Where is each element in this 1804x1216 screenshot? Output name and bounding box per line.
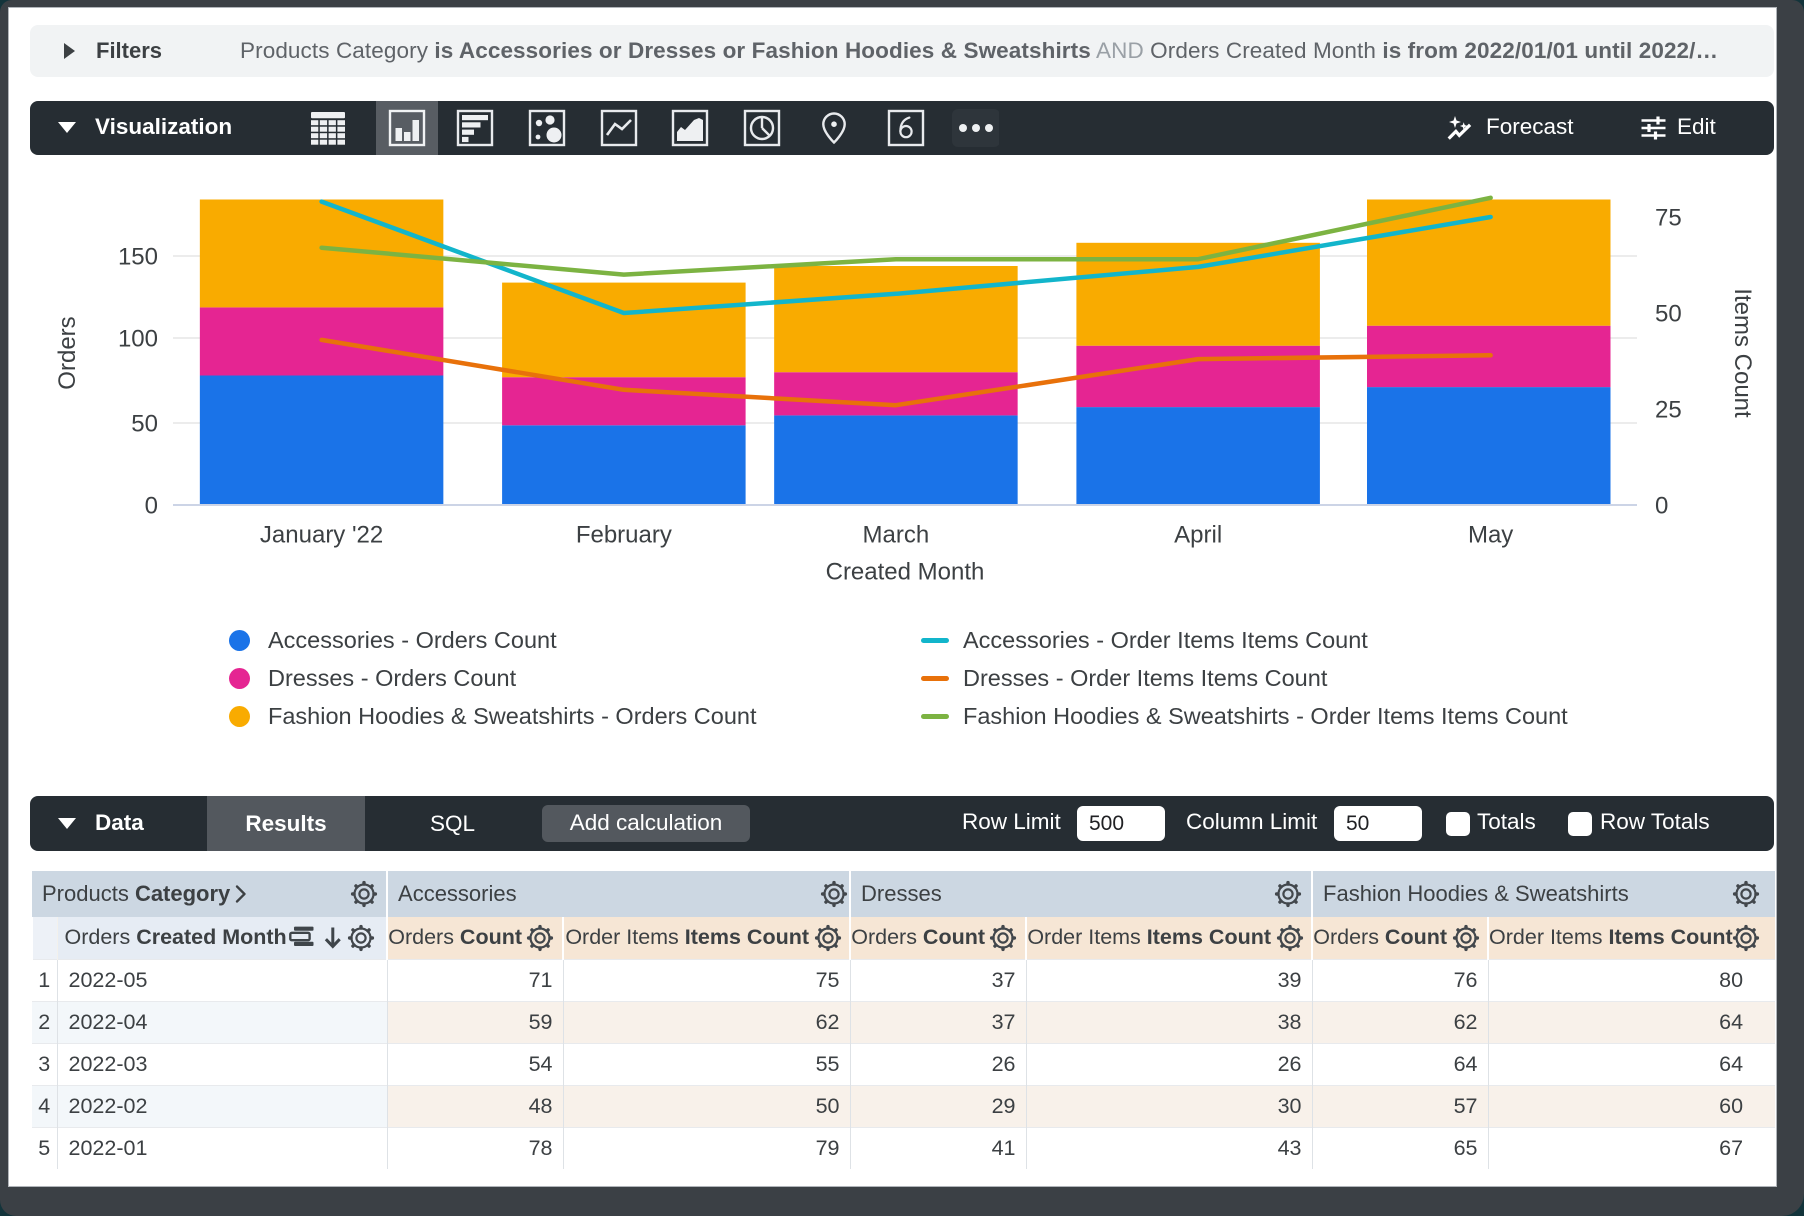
svg-text:February: February xyxy=(576,522,672,549)
svg-text:50: 50 xyxy=(131,411,158,438)
svg-text:March: March xyxy=(863,522,930,549)
svg-text:April: April xyxy=(1174,522,1222,549)
svg-text:0: 0 xyxy=(145,493,158,520)
svg-text:Orders: Orders xyxy=(54,316,81,389)
svg-text:100: 100 xyxy=(118,326,158,353)
svg-text:January '22: January '22 xyxy=(260,522,383,549)
svg-text:Created Month: Created Month xyxy=(826,559,985,586)
svg-text:0: 0 xyxy=(1655,493,1668,520)
svg-text:25: 25 xyxy=(1655,397,1682,424)
svg-text:May: May xyxy=(1468,522,1513,549)
svg-text:75: 75 xyxy=(1655,205,1682,232)
svg-text:150: 150 xyxy=(118,244,158,271)
svg-text:50: 50 xyxy=(1655,301,1682,328)
svg-text:Items Count: Items Count xyxy=(1729,288,1756,418)
